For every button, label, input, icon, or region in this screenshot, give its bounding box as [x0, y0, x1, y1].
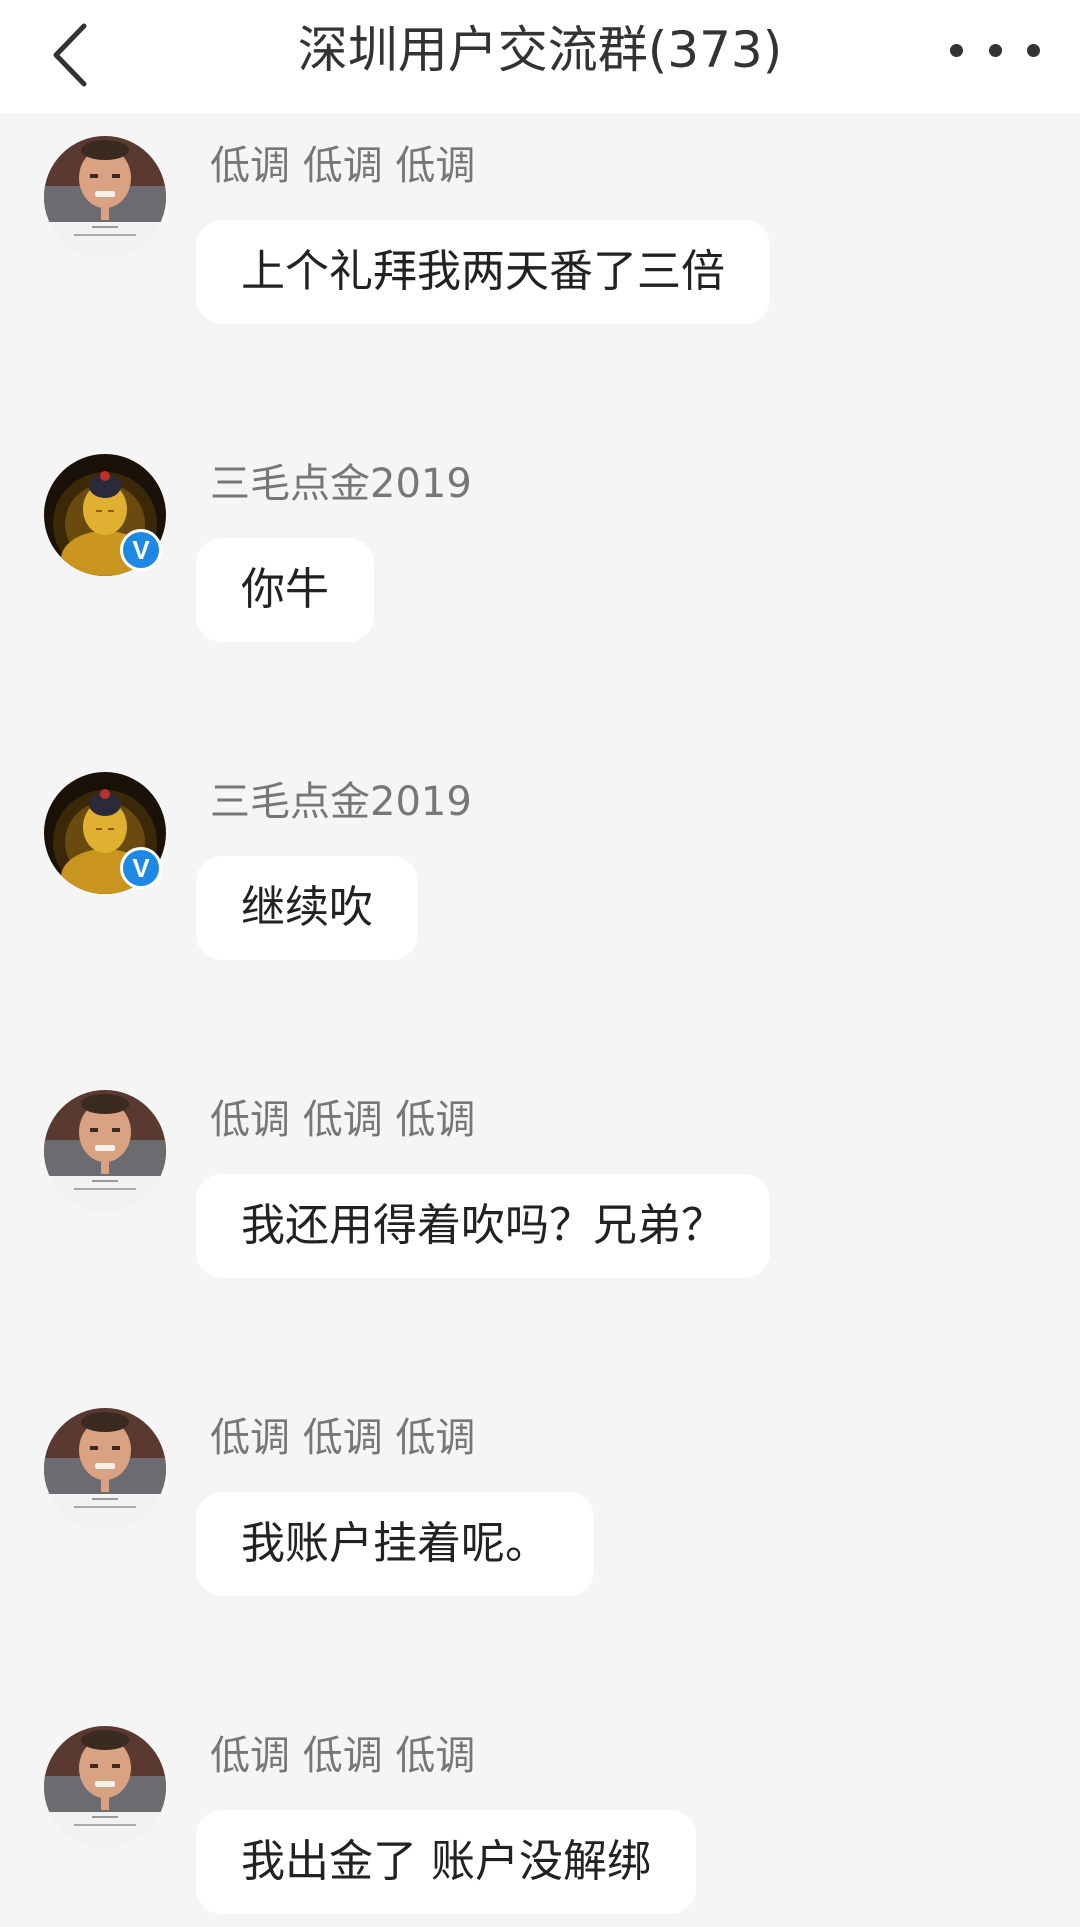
message-bubble[interactable]: 我出金了 账户没解绑: [196, 1810, 696, 1914]
avatar[interactable]: [44, 136, 166, 258]
message-item: V 三毛点金2019 你牛: [0, 454, 1080, 654]
chevron-left-icon: [53, 23, 87, 87]
message-bubble[interactable]: 你牛: [196, 538, 374, 642]
chat-screen: 深圳用户交流群(373) 低调 低调 低调 上个礼拜我两天番了三倍 V 三毛点金…: [0, 0, 1080, 1927]
sender-name[interactable]: 三毛点金2019: [210, 454, 472, 514]
message-bubble[interactable]: 我还用得着吹吗？兄弟？: [196, 1174, 770, 1278]
message-bubble[interactable]: 我账户挂着呢。: [196, 1492, 594, 1596]
message-item: 低调 低调 低调 上个礼拜我两天番了三倍: [0, 136, 1080, 336]
avatar[interactable]: [44, 1726, 166, 1848]
avatar[interactable]: [44, 1090, 166, 1212]
header-bar: 深圳用户交流群(373): [0, 0, 1080, 115]
message-item: V 三毛点金2019 继续吹: [0, 772, 1080, 972]
verified-badge: V: [120, 529, 162, 571]
sender-name[interactable]: 低调 低调 低调: [210, 136, 475, 196]
message-bubble[interactable]: 继续吹: [196, 856, 418, 960]
person-avatar-icon: [44, 1726, 166, 1848]
sender-name[interactable]: 低调 低调 低调: [210, 1408, 475, 1468]
sender-name[interactable]: 低调 低调 低调: [210, 1090, 475, 1150]
more-button[interactable]: [950, 15, 1040, 85]
person-avatar-icon: [44, 136, 166, 258]
avatar[interactable]: [44, 1408, 166, 1530]
verified-badge: V: [120, 847, 162, 889]
person-avatar-icon: [44, 1408, 166, 1530]
message-item: 低调 低调 低调 我还用得着吹吗？兄弟？: [0, 1090, 1080, 1290]
message-bubble[interactable]: 上个礼拜我两天番了三倍: [196, 220, 770, 324]
message-item: 低调 低调 低调 我账户挂着呢。: [0, 1408, 1080, 1608]
sender-name[interactable]: 低调 低调 低调: [210, 1726, 475, 1786]
message-item: 低调 低调 低调 我出金了 账户没解绑: [0, 1726, 1080, 1926]
back-button[interactable]: [30, 10, 110, 100]
page-title: 深圳用户交流群(373): [297, 21, 783, 79]
person-avatar-icon: [44, 1090, 166, 1212]
sender-name[interactable]: 三毛点金2019: [210, 772, 472, 832]
more-dots-icon: [950, 43, 963, 57]
